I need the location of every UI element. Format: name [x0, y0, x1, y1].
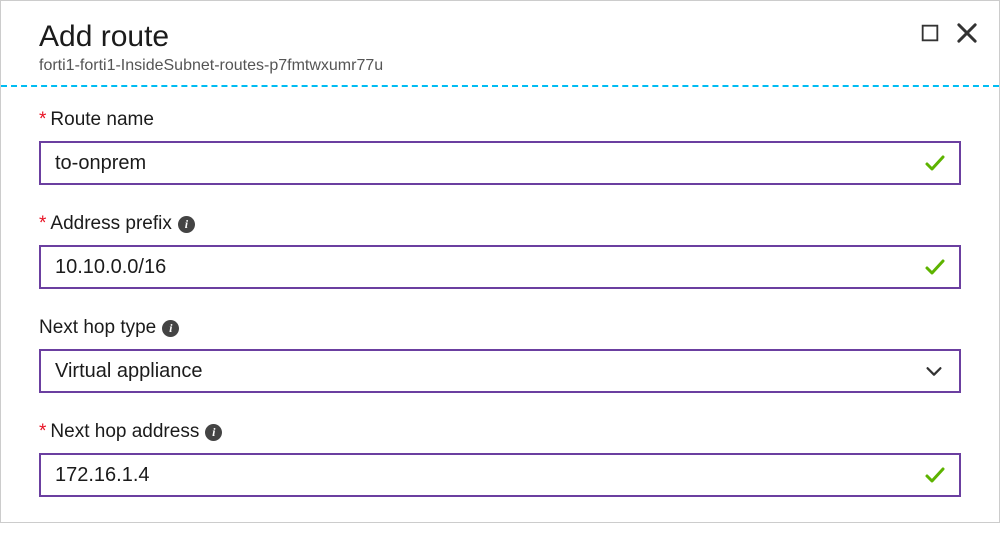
chevron-down-icon — [923, 360, 959, 382]
next-hop-address-input-wrapper — [39, 453, 961, 497]
page-title: Add route — [39, 19, 961, 55]
address-prefix-group: *Address prefix i — [39, 213, 961, 289]
next-hop-address-label: *Next hop address i — [39, 421, 961, 443]
check-icon — [923, 151, 959, 175]
select-value: Virtual appliance — [41, 352, 923, 391]
next-hop-type-group: Next hop type i Virtual appliance — [39, 317, 961, 393]
info-icon[interactable]: i — [162, 320, 179, 337]
pin-icon[interactable] — [919, 22, 941, 49]
next-hop-type-select[interactable]: Virtual appliance — [39, 349, 961, 393]
route-name-group: *Route name — [39, 109, 961, 185]
address-prefix-input-wrapper — [39, 245, 961, 289]
blade-container: Add route forti1-forti1-InsideSubnet-rou… — [1, 1, 999, 545]
route-name-input-wrapper — [39, 141, 961, 185]
route-name-label: *Route name — [39, 109, 961, 131]
required-asterisk: * — [39, 213, 46, 234]
required-asterisk: * — [39, 109, 46, 130]
header-actions — [919, 19, 981, 52]
info-icon[interactable]: i — [205, 424, 222, 441]
required-asterisk: * — [39, 421, 46, 442]
blade-header: Add route forti1-forti1-InsideSubnet-rou… — [39, 19, 961, 75]
next-hop-address-input[interactable] — [41, 456, 923, 495]
close-icon[interactable] — [953, 19, 981, 52]
route-name-input[interactable] — [41, 144, 923, 183]
address-prefix-label: *Address prefix i — [39, 213, 961, 235]
next-hop-type-label: Next hop type i — [39, 317, 961, 339]
check-icon — [923, 463, 959, 487]
info-icon[interactable]: i — [178, 216, 195, 233]
next-hop-address-group: *Next hop address i — [39, 421, 961, 497]
divider — [1, 85, 999, 87]
address-prefix-input[interactable] — [41, 248, 923, 287]
page-subtitle: forti1-forti1-InsideSubnet-routes-p7fmtw… — [39, 57, 961, 75]
check-icon — [923, 255, 959, 279]
